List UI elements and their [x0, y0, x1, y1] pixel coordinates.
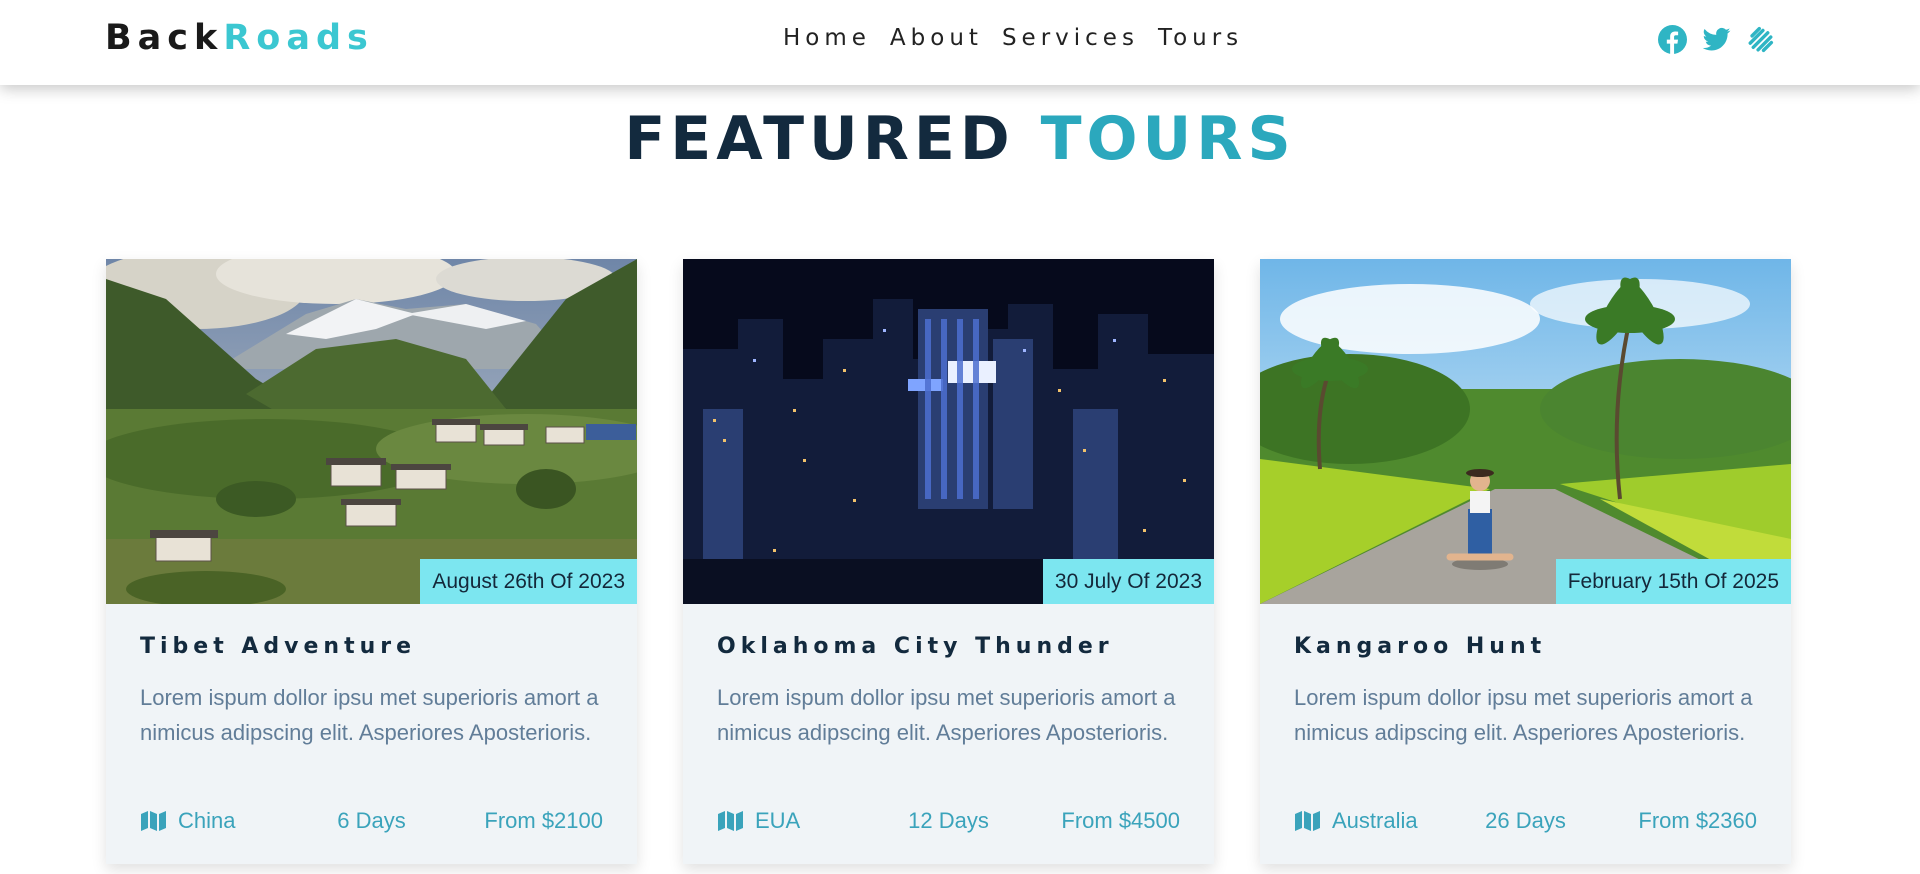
social-links [1658, 25, 1775, 54]
tour-title[interactable]: Oklahoma City Thunder [717, 634, 1114, 659]
tour-description: Lorem ispum dollor ipsu met superioris a… [717, 685, 1176, 745]
title-accent: TOURS [1040, 104, 1296, 174]
brand-part1: Back [105, 18, 224, 58]
tour-card[interactable]: 30 July Of 2023 Oklahoma City Thunder Lo… [683, 259, 1214, 864]
brand-part2: Roads [223, 18, 374, 58]
tour-card[interactable]: February 15th Of 2025 Kangaroo Hunt Lore… [1260, 259, 1791, 864]
mountain-village-photo [106, 259, 637, 604]
tour-date: February 15th Of 2025 [1555, 559, 1791, 604]
tour-title[interactable]: Kangaroo Hunt [1294, 634, 1546, 659]
night-city-skyline-photo [683, 259, 1214, 604]
nav-link-home[interactable]: Home [783, 25, 871, 51]
tour-info: Australia 26 Days From $2360 [1294, 808, 1757, 838]
section-title: FEATURED TOURS [0, 104, 1920, 174]
facebook-icon[interactable] [1658, 25, 1687, 54]
tropical-road-photo [1260, 259, 1791, 604]
nav-link-services[interactable]: Services [1002, 25, 1139, 51]
title-dark: FEATURED [624, 104, 1015, 174]
tour-info: China 6 Days From $2100 [140, 808, 603, 838]
tour-price: From $2100 [484, 808, 603, 833]
nav-link-tours[interactable]: Tours [1158, 25, 1243, 51]
nav-links: Home About Services Tours [783, 25, 1243, 51]
tour-price: From $2360 [1638, 808, 1757, 833]
brand-logo[interactable]: BackRoads [105, 18, 374, 58]
navbar: BackRoads Home About Services Tours [0, 0, 1920, 85]
tour-info: EUA 12 Days From $4500 [717, 808, 1180, 838]
squarespace-icon[interactable] [1746, 25, 1775, 54]
tour-description: Lorem ispum dollor ipsu met superioris a… [140, 685, 599, 745]
tour-title[interactable]: Tibet Adventure [140, 634, 416, 659]
nav-link-about[interactable]: About [890, 25, 983, 51]
tour-card[interactable]: August 26th Of 2023 Tibet Adventure Lore… [106, 259, 637, 864]
tour-date: 30 July Of 2023 [1042, 559, 1214, 604]
tour-date: August 26th Of 2023 [420, 559, 637, 604]
tour-description: Lorem ispum dollor ipsu met superioris a… [1294, 685, 1753, 745]
twitter-icon[interactable] [1702, 25, 1731, 54]
tour-price: From $4500 [1061, 808, 1180, 833]
